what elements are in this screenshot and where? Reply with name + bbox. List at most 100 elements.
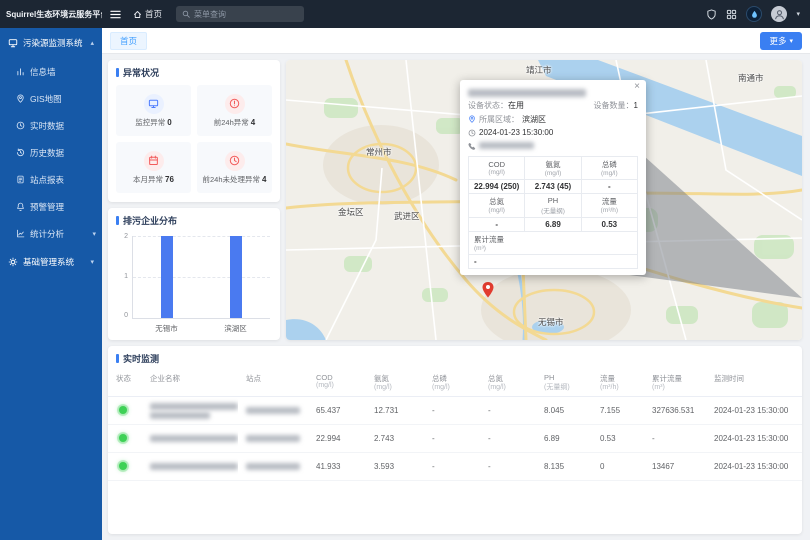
status-dot-green [119, 406, 127, 414]
cell-enterprise-redacted [142, 397, 238, 425]
sidebar-item-label: 统计分析 [30, 228, 64, 240]
hamburger-menu-icon[interactable] [110, 9, 121, 20]
status-dot-green [119, 462, 127, 470]
gridline [133, 236, 270, 237]
cell-total: - [644, 425, 706, 453]
stat-tile-unhandled-abnormal[interactable]: 前24h未处理异常4 [197, 142, 272, 193]
sidebar-item-station-report[interactable]: 站点报表 [0, 166, 102, 193]
stat-tile-last24h-abnormal[interactable]: 前24h异常4 [197, 85, 272, 136]
monitor-system-icon [8, 38, 18, 48]
sidebar-item-realtime-data[interactable]: 实时数据 [0, 112, 102, 139]
col-nh3: 氨氮 [374, 373, 424, 384]
water-drop-logo[interactable] [746, 6, 762, 22]
col-enterprise: 企业名称 [150, 373, 238, 384]
stat-tile-monitor-abnormal[interactable]: 监控异常0 [116, 85, 191, 136]
cell-enterprise-redacted [142, 453, 238, 481]
card-title: 排污企业分布 [123, 214, 177, 227]
table-row[interactable]: 65.437 12.731 - - 8.045 7.155 327636.531… [108, 397, 802, 425]
map-label-city: 无锡市 [538, 316, 564, 328]
table-row[interactable]: 22.994 2.743 - - 6.89 0.53 - 2024-01-23 … [108, 425, 802, 453]
report-icon [16, 175, 25, 184]
monitor-abnormal-icon [144, 94, 164, 114]
clock-alert-icon [225, 151, 245, 171]
breadcrumb-home[interactable]: 首页 [133, 8, 162, 20]
breadcrumb-home-label: 首页 [145, 8, 162, 20]
cell-status [108, 453, 142, 481]
metric-unit: (m³) [474, 245, 635, 252]
col-flow: 流量 [600, 373, 644, 384]
stat-tiles: 监控异常0 前24h异常4 本月异常76 [108, 83, 280, 201]
stat-label: 本月异常 [133, 175, 163, 184]
map-pin-icon [16, 94, 25, 103]
metric-unit: (m³/h) [584, 207, 635, 214]
stat-label: 前24h异常 [214, 118, 249, 127]
metric-label: 总磷 [584, 159, 635, 170]
sidebar-item-statistics[interactable]: 统计分析 ▾ [0, 220, 102, 247]
table-row[interactable]: 41.933 3.593 - - 8.135 0 13467 2024-01-2… [108, 453, 802, 481]
status-dot-green [119, 434, 127, 442]
device-count-value: 1 [634, 101, 638, 110]
tab-home[interactable]: 首页 [110, 32, 147, 50]
menu-search[interactable] [176, 6, 304, 22]
accent-bar [116, 68, 119, 77]
user-menu-caret-icon[interactable]: ▾ [796, 10, 800, 18]
main-area: 首页 更多 ▾ 异常状况 监控异常0 [102, 28, 810, 540]
dashboard-content: 异常状况 监控异常0 前24h异常4 [102, 54, 810, 540]
bar-binhu [230, 236, 242, 318]
stat-value: 4 [251, 118, 255, 127]
sidebar-item-label: GIS地图 [30, 93, 62, 105]
sidebar-item-label: 信息墙 [30, 66, 56, 78]
user-avatar[interactable] [771, 6, 787, 22]
chevron-down-icon: ▾ [90, 258, 94, 266]
sidebar-item-info-wall[interactable]: 信息墙 [0, 58, 102, 85]
sidebar-item-gis-map[interactable]: GIS地图 [0, 85, 102, 112]
map-marker-icon[interactable] [482, 282, 494, 298]
cell-tn: - [480, 453, 536, 481]
table-header: 实时监测 [108, 346, 802, 369]
search-input[interactable] [194, 10, 298, 19]
more-button[interactable]: 更多 ▾ [760, 32, 802, 50]
metric-value-cod: 22.994 (250) [469, 179, 525, 193]
cell-time: 2024-01-23 15:30:00 [706, 453, 802, 481]
close-icon[interactable]: × [634, 82, 640, 92]
gis-map[interactable]: 靖江市 南通市 常州市 金坛区 武进区 无锡市 × [286, 60, 802, 340]
metric-value-tn: - [469, 217, 525, 231]
cell-tn: - [480, 425, 536, 453]
cell-cod: 22.994 [308, 425, 366, 453]
bar-chart: 2 1 0 无锡市 滨湖区 [116, 233, 272, 335]
stat-value: 4 [262, 175, 266, 184]
gear-icon [8, 257, 18, 267]
shield-icon[interactable] [706, 9, 717, 20]
map-infowindow: × 设备状态：在用 设备数量：1 所属区域： 滨湖区 2024-01-23 15… [460, 80, 646, 275]
stat-label: 监控异常 [135, 118, 165, 127]
stat-tile-month-abnormal[interactable]: 本月异常76 [116, 142, 191, 193]
stat-value: 76 [165, 175, 174, 184]
apps-grid-icon[interactable] [726, 9, 737, 20]
metric-unit: (mg/l) [471, 207, 522, 214]
sidebar-section-pollution-system[interactable]: 污染源监测系统 ▴ [0, 28, 102, 58]
calendar-icon [144, 151, 164, 171]
sidebar-item-history-data[interactable]: 历史数据 [0, 139, 102, 166]
metric-label: COD [471, 160, 522, 169]
map-label-city: 南通市 [738, 72, 764, 84]
cell-tp: - [424, 397, 480, 425]
sidebar-item-label: 历史数据 [30, 147, 64, 159]
map-label-city: 靖江市 [526, 64, 552, 76]
card-title: 实时监测 [123, 352, 159, 365]
metric-unit: (mg/l) [471, 169, 522, 176]
sidebar-section-basic-system[interactable]: 基础管理系统 ▾ [0, 247, 102, 277]
cell-station-redacted [238, 425, 308, 453]
search-icon [182, 10, 190, 18]
metric-unit: (mg/l) [584, 170, 635, 177]
metric-unit: (mg/l) [527, 170, 578, 177]
cell-enterprise-redacted [142, 425, 238, 453]
metric-value-ph: 6.89 [525, 217, 581, 231]
region-value: 滨湖区 [522, 115, 546, 125]
sidebar-section-label: 污染源监测系统 [23, 37, 83, 49]
sidebar-item-alert-management[interactable]: 预警管理 [0, 193, 102, 220]
station-title-redacted [468, 89, 586, 97]
accent-bar [116, 216, 119, 225]
location-pin-icon [468, 115, 476, 123]
device-status-value: 在用 [508, 101, 524, 110]
home-icon [133, 10, 142, 19]
